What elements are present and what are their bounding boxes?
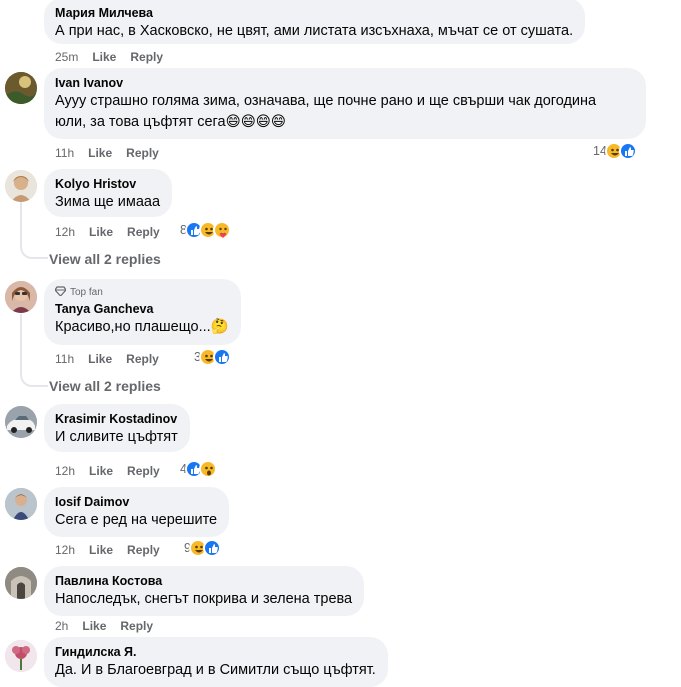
- like-button[interactable]: Like: [89, 543, 113, 557]
- comment-time[interactable]: 12h: [55, 225, 75, 239]
- comment-bubble: Krasimir Kostadinov И сливите цъфтят: [44, 404, 190, 452]
- comment-time[interactable]: 2h: [55, 619, 68, 633]
- comment-time[interactable]: 25m: [55, 50, 78, 64]
- like-reaction-icon: [202, 539, 221, 557]
- comment-author[interactable]: Tanya Gancheva: [55, 301, 229, 317]
- diamond-icon: [54, 286, 67, 299]
- like-button[interactable]: Like: [88, 146, 112, 160]
- like-reaction-icon: [212, 348, 231, 366]
- reaction-summary[interactable]: 4: [180, 460, 217, 478]
- avatar[interactable]: [5, 567, 37, 599]
- comment-author[interactable]: Павлина Костова: [55, 573, 352, 589]
- comment-text: И сливите цъфтят: [55, 429, 178, 445]
- comment-text: Да. И в Благоевград и в Симитли също цъф…: [55, 662, 376, 678]
- comment-bubble: Павлина Костова Напоследък, снегът покри…: [44, 566, 365, 616]
- comment-author[interactable]: Ivan Ivanov: [55, 75, 634, 91]
- comment-text: Зима ще имааа: [55, 194, 161, 210]
- avatar[interactable]: [5, 640, 37, 672]
- reply-button[interactable]: Reply: [130, 50, 163, 64]
- avatar[interactable]: [5, 170, 37, 202]
- avatar[interactable]: [5, 72, 37, 104]
- comment-author[interactable]: Мария Милчева: [55, 5, 573, 21]
- comment-text: А при нас, в Хасковско, не цвят, ами лис…: [55, 23, 574, 39]
- avatar[interactable]: [5, 488, 37, 520]
- reply-thread-line: [20, 314, 48, 387]
- comment-meta: 12h Like Reply: [55, 225, 160, 239]
- reply-button[interactable]: Reply: [126, 146, 159, 160]
- comment-author[interactable]: Iosif Daimov: [55, 494, 217, 510]
- reply-button[interactable]: Reply: [120, 619, 153, 633]
- comment-text: юли, за това цъфтят сега😄😄😄😄: [55, 114, 287, 130]
- like-button[interactable]: Like: [92, 50, 116, 64]
- comment-author[interactable]: Kolyo Hristov: [55, 176, 160, 192]
- reaction-summary[interactable]: 14: [593, 142, 637, 160]
- comment-text: Красиво,но плашещо...🤔: [55, 319, 229, 335]
- reply-button[interactable]: Reply: [126, 352, 159, 366]
- comment-author[interactable]: Krasimir Kostadinov: [55, 411, 178, 427]
- comment-bubble: Kolyo Hristov Зима ще имааа: [44, 169, 173, 217]
- comment-time[interactable]: 12h: [55, 543, 75, 557]
- comment-bubble: Гиндилска Я. Да. И в Благоевград и в Сим…: [44, 637, 388, 687]
- comment-bubble: Ivan Ivanov Аууу страшно голяма зима, оз…: [44, 68, 646, 139]
- comment-meta: 2h Like Reply: [55, 619, 153, 633]
- like-button[interactable]: Like: [88, 352, 112, 366]
- like-button[interactable]: Like: [82, 619, 106, 633]
- comment-text: Сега е ред на черешите: [55, 512, 218, 528]
- comment-time[interactable]: 11h: [55, 352, 74, 366]
- comment-meta: 11h Like Reply: [55, 146, 159, 160]
- view-replies-link[interactable]: View all 2 replies: [49, 378, 161, 394]
- top-fan-label: Top fan: [70, 287, 103, 298]
- reaction-summary[interactable]: 8: [180, 221, 231, 239]
- comment-time[interactable]: 12h: [55, 464, 75, 478]
- reply-button[interactable]: Reply: [127, 543, 160, 557]
- comment-bubble: Мария Милчева А при нас, в Хасковско, не…: [44, 0, 586, 44]
- comment-meta: 25m Like Reply: [55, 50, 163, 64]
- like-button[interactable]: Like: [89, 464, 113, 478]
- like-reaction-icon: [618, 142, 637, 160]
- reply-button[interactable]: Reply: [127, 464, 160, 478]
- comment-time[interactable]: 11h: [55, 146, 74, 160]
- care-reaction-icon: [212, 221, 231, 239]
- wow-reaction-icon: [198, 460, 217, 478]
- comment-bubble: Top fan Tanya Gancheva Красиво,но плашещ…: [44, 279, 241, 345]
- comment-meta: 11h Like Reply: [55, 352, 159, 366]
- view-replies-link[interactable]: View all 2 replies: [49, 251, 161, 267]
- comment-meta: 12h Like Reply: [55, 464, 160, 478]
- reaction-summary[interactable]: 9: [184, 539, 221, 557]
- comment-text: Напоследък, снегът покрива и зелена трев…: [55, 591, 353, 607]
- comment-text: Аууу страшно голяма зима, означава, ще п…: [55, 93, 597, 109]
- like-button[interactable]: Like: [89, 225, 113, 239]
- top-fan-badge: Top fan: [54, 286, 229, 299]
- reaction-summary[interactable]: 3: [194, 348, 231, 366]
- comment-bubble: Iosif Daimov Сега е ред на черешите: [44, 487, 230, 537]
- comment-author[interactable]: Гиндилска Я.: [55, 644, 376, 660]
- reply-thread-line: [20, 202, 48, 259]
- avatar[interactable]: [5, 281, 37, 313]
- avatar[interactable]: [5, 406, 37, 438]
- comment-meta: 12h Like Reply: [55, 543, 160, 557]
- reply-button[interactable]: Reply: [127, 225, 160, 239]
